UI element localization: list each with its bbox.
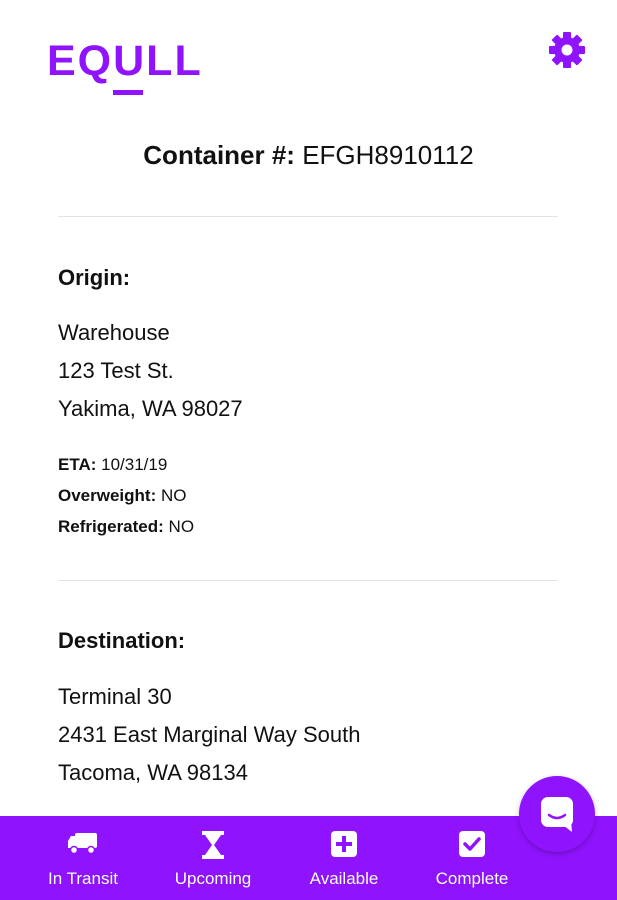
eta-label: ETA: <box>58 455 97 474</box>
origin-street: 123 Test St. <box>58 358 174 383</box>
destination-street: 2431 East Marginal Way South <box>58 722 361 747</box>
tab-label: Available <box>309 869 379 888</box>
origin-name: Warehouse <box>58 320 170 345</box>
origin-overweight: Overweight: NO <box>58 480 186 511</box>
eta-value: 10/31/19 <box>101 455 168 474</box>
container-value: EFGH8910112 <box>302 140 474 170</box>
origin-title: Origin: <box>58 265 131 290</box>
tab-label: In Transit <box>48 869 118 888</box>
chat-button[interactable] <box>519 776 595 852</box>
tab-available[interactable]: Available <box>284 816 404 900</box>
plus-square-icon <box>331 831 357 857</box>
destination-title: Destination: <box>58 628 186 653</box>
check-square-icon <box>459 831 485 857</box>
gear-icon[interactable] <box>547 30 587 70</box>
overweight-label: Overweight: <box>58 486 157 505</box>
hourglass-icon <box>202 831 224 859</box>
equll-logo: EQULL <box>47 38 207 100</box>
tab-upcoming[interactable]: Upcoming <box>153 816 273 900</box>
origin-refrigerated: Refrigerated: NO <box>58 511 194 542</box>
destination-city: Tacoma, WA 98134 <box>58 760 248 785</box>
destination-name: Terminal 30 <box>58 684 172 709</box>
tab-label: Complete <box>435 869 509 888</box>
refrigerated-value: NO <box>168 517 195 536</box>
truck-icon <box>68 833 97 855</box>
container-number: Container #: EFGH8910112 <box>0 137 617 173</box>
origin-city: Yakima, WA 98027 <box>58 396 243 421</box>
refrigerated-label: Refrigerated: <box>58 517 164 536</box>
overweight-value: NO <box>160 486 187 505</box>
tab-in-transit[interactable]: In Transit <box>23 816 143 900</box>
divider <box>58 216 558 217</box>
tab-complete[interactable]: Complete <box>412 816 532 900</box>
logo-underline <box>113 90 143 95</box>
container-label: Container #: <box>143 140 295 170</box>
origin-eta: ETA: 10/31/19 <box>58 449 167 480</box>
divider <box>58 580 558 581</box>
app-header: EQULL <box>0 0 617 110</box>
chat-icon <box>541 797 573 832</box>
logo-text: EQULL <box>47 37 203 85</box>
tab-label: Upcoming <box>174 869 252 888</box>
